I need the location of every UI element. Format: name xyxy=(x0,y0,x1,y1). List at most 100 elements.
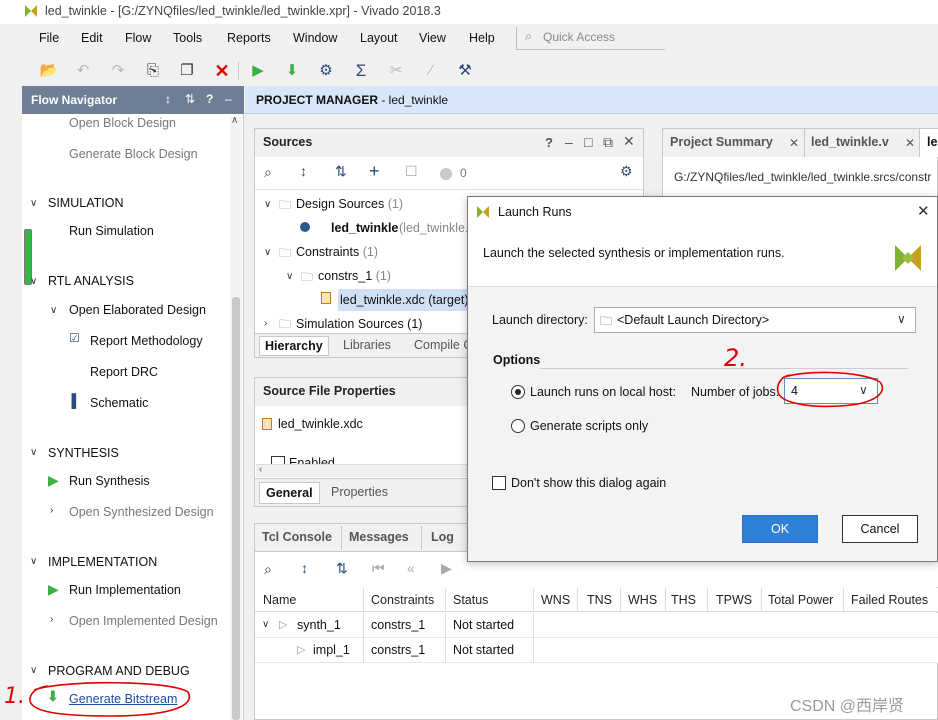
chevron-right-icon[interactable]: › xyxy=(264,318,267,329)
collapse-icon[interactable]: ↕ xyxy=(165,92,171,106)
section-rtl-analysis[interactable]: RTL ANALYSIS xyxy=(48,274,134,288)
scroll-up-icon[interactable]: ∧ xyxy=(231,115,238,126)
expand-all-icon[interactable]: ⇅ xyxy=(335,163,347,180)
info-icon[interactable]: ☐ xyxy=(405,163,418,180)
column-constraints[interactable]: Constraints xyxy=(371,593,434,607)
help-icon[interactable]: ? xyxy=(206,92,213,106)
tab-compile-order[interactable]: Compile O xyxy=(414,338,473,352)
report-methodology[interactable]: Report Methodology xyxy=(90,334,203,348)
open-synthesized-design[interactable]: Open Synthesized Design xyxy=(69,505,214,519)
scroll-left-icon[interactable]: ‹ xyxy=(259,464,262,475)
menu-tools[interactable]: Tools xyxy=(173,31,202,45)
tab-messages[interactable]: Messages xyxy=(349,530,409,544)
tab-tcl-console[interactable]: Tcl Console xyxy=(262,530,332,544)
menu-edit[interactable]: Edit xyxy=(81,31,103,45)
redo-icon[interactable]: ↷ xyxy=(108,61,128,81)
chevron-down-icon[interactable]: ∨ xyxy=(50,305,57,316)
tab-general[interactable]: General xyxy=(259,482,320,504)
ok-button[interactable]: OK xyxy=(742,515,818,543)
table-row[interactable]: ▷ impl_1 constrs_1 Not started xyxy=(255,638,938,663)
menu-flow[interactable]: Flow xyxy=(125,31,151,45)
float-icon[interactable]: ⧉ xyxy=(603,134,613,151)
generate-block-design[interactable]: Generate Block Design xyxy=(69,147,198,161)
tab-led-twinkle-v[interactable]: led_twinkle.v xyxy=(811,135,889,149)
collapse-all-icon[interactable]: ↕ xyxy=(300,163,307,179)
bitstream-icon[interactable]: ⬇ xyxy=(282,61,302,81)
tab-libraries[interactable]: Libraries xyxy=(343,338,391,352)
column-whs[interactable]: WHS xyxy=(628,593,657,607)
tree-constraints[interactable]: Constraints (1) xyxy=(296,245,378,259)
paste-icon[interactable]: ❐ xyxy=(177,61,197,81)
search-icon[interactable]: ⌕ xyxy=(264,561,272,578)
chevron-down-icon[interactable]: ∨ xyxy=(30,665,37,676)
column-wns[interactable]: WNS xyxy=(541,593,570,607)
open-folder-icon[interactable]: 📂 xyxy=(39,61,59,81)
section-synthesis[interactable]: SYNTHESIS xyxy=(48,446,119,460)
chevron-right-icon[interactable]: › xyxy=(50,505,53,516)
quick-access-search[interactable]: ⌕ Quick Access xyxy=(516,27,665,50)
first-icon[interactable]: ⏮ xyxy=(372,560,385,577)
undo-icon[interactable]: ↶ xyxy=(73,61,93,81)
help-icon[interactable]: ? xyxy=(545,135,553,150)
sigma-icon[interactable]: Σ xyxy=(351,61,371,81)
tab-properties[interactable]: Properties xyxy=(331,485,388,499)
column-status[interactable]: Status xyxy=(453,593,488,607)
close-icon[interactable]: ✕ xyxy=(623,133,635,150)
tree-design-sources[interactable]: Design Sources (1) xyxy=(296,197,403,211)
chevron-down-icon[interactable]: ∨ xyxy=(264,199,271,210)
chevron-right-icon[interactable]: › xyxy=(50,614,53,625)
chevron-down-icon[interactable]: ∨ xyxy=(264,247,271,258)
menu-view[interactable]: View xyxy=(419,31,446,45)
scrollbar-thumb[interactable] xyxy=(232,297,240,720)
flow-navigator-scrollbar[interactable]: ∧ xyxy=(230,115,242,720)
chevron-down-icon[interactable]: ∨ xyxy=(30,276,37,287)
tab-hierarchy[interactable]: Hierarchy xyxy=(259,336,329,356)
table-row[interactable]: ∨ ▷ synth_1 constrs_1 Not started xyxy=(255,613,938,638)
search-icon[interactable]: ⌕ xyxy=(264,164,272,181)
close-icon[interactable]: ✕ xyxy=(917,202,930,220)
minimize-icon[interactable]: – xyxy=(225,92,232,106)
menu-file[interactable]: File xyxy=(39,31,59,45)
section-simulation[interactable]: SIMULATION xyxy=(48,196,123,210)
open-elaborated-design[interactable]: Open Elaborated Design xyxy=(69,303,206,317)
close-icon[interactable]: ✕ xyxy=(905,136,915,150)
chevron-down-icon[interactable]: ∨ xyxy=(286,271,293,282)
run-synthesis[interactable]: Run Synthesis xyxy=(69,474,150,488)
collapse-all-icon[interactable]: ↕ xyxy=(301,560,308,576)
local-host-radio[interactable] xyxy=(511,385,525,399)
settings-gear-icon[interactable]: ⚙ xyxy=(316,61,336,81)
scripts-only-label[interactable]: Generate scripts only xyxy=(530,419,648,433)
scripts-only-radio[interactable] xyxy=(511,419,525,433)
tools-icon[interactable]: ⚒ xyxy=(455,61,475,81)
tab-active[interactable]: le xyxy=(919,129,938,157)
chevron-down-icon[interactable]: ∨ xyxy=(262,619,269,630)
menu-help[interactable]: Help xyxy=(469,31,495,45)
run-simulation[interactable]: Run Simulation xyxy=(69,224,154,238)
menu-layout[interactable]: Layout xyxy=(360,31,398,45)
run-icon[interactable]: ▶ xyxy=(248,61,268,81)
maximize-icon[interactable]: □ xyxy=(584,134,592,150)
dont-show-label[interactable]: Don't show this dialog again xyxy=(511,476,666,490)
previous-icon[interactable]: « xyxy=(407,560,415,576)
enabled-checkbox[interactable] xyxy=(271,456,285,464)
generate-bitstream[interactable]: Generate Bitstream xyxy=(69,692,177,706)
expand-all-icon[interactable]: ⇅ xyxy=(336,560,348,577)
launch-directory-select[interactable]: 🗀 <Default Launch Directory> ∨ xyxy=(594,307,916,333)
open-block-design[interactable]: Open Block Design xyxy=(69,116,176,130)
run-implementation[interactable]: Run Implementation xyxy=(69,583,181,597)
menu-window[interactable]: Window xyxy=(293,31,337,45)
settings-gear-icon[interactable]: ⚙ xyxy=(620,163,633,180)
local-host-label[interactable]: Launch runs on local host: xyxy=(530,385,676,399)
column-tns[interactable]: TNS xyxy=(587,593,612,607)
tree-led-twinkle[interactable]: led_twinkle xyxy=(331,221,398,235)
open-implemented-design[interactable]: Open Implemented Design xyxy=(69,614,218,628)
tab-project-summary[interactable]: Project Summary xyxy=(670,135,773,149)
section-program-and-debug[interactable]: PROGRAM AND DEBUG xyxy=(48,664,190,678)
play-icon[interactable]: ▶ xyxy=(441,560,452,577)
cancel-button[interactable]: Cancel xyxy=(842,515,918,543)
expand-icon[interactable]: ⇅ xyxy=(185,92,195,106)
dont-show-checkbox[interactable] xyxy=(492,476,506,490)
chevron-down-icon[interactable]: ∨ xyxy=(30,447,37,458)
close-icon[interactable]: ✕ xyxy=(789,136,799,150)
horizontal-scrollbar[interactable]: ‹ xyxy=(256,464,468,477)
